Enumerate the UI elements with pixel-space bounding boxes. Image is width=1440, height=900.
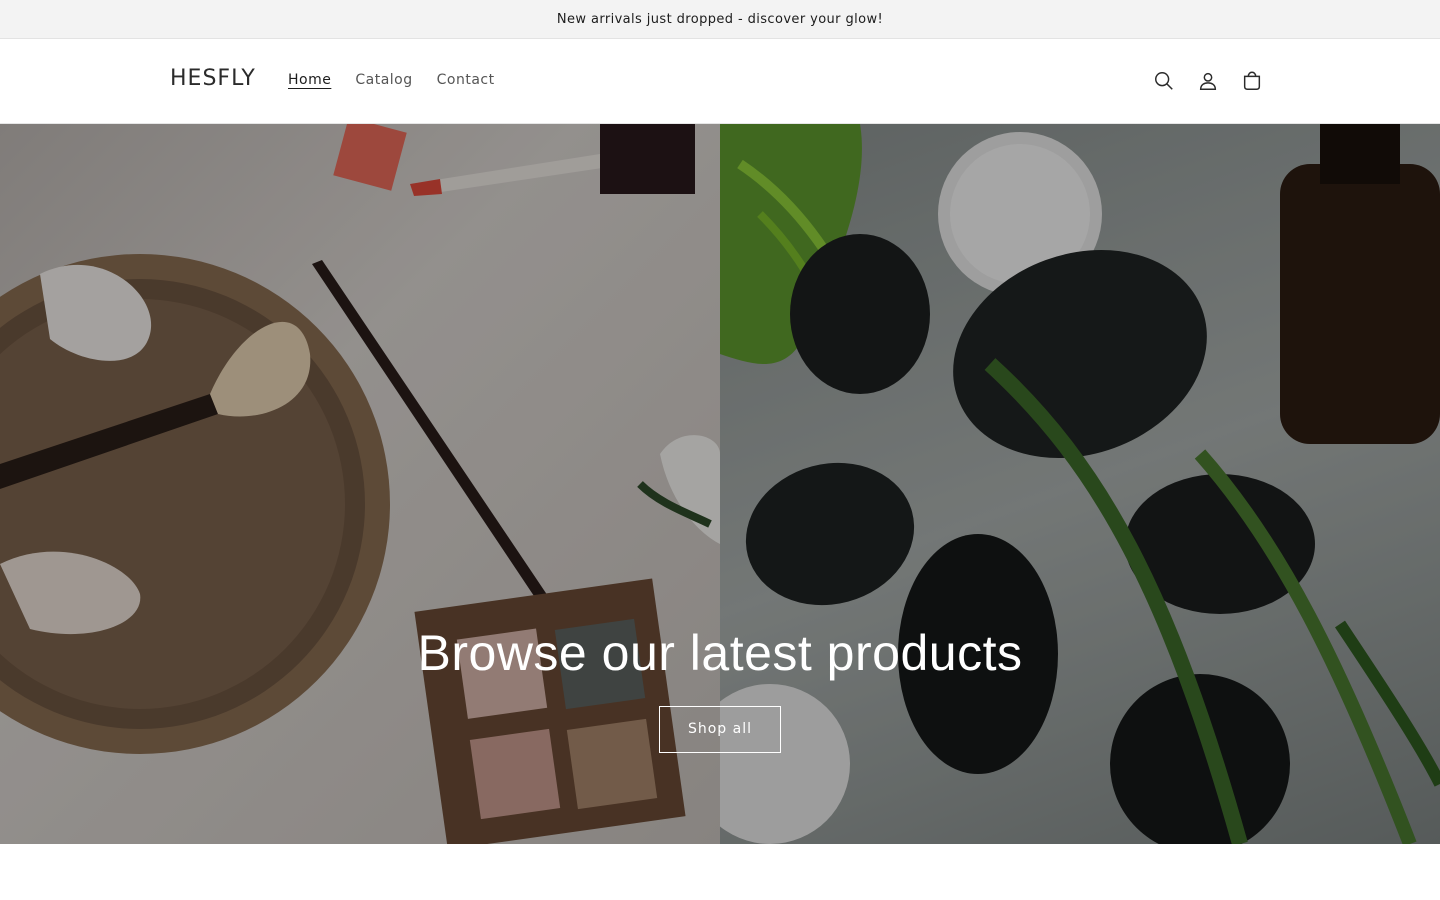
nav-catalog[interactable]: Catalog bbox=[355, 72, 412, 88]
hero-banner: Browse our latest products Shop all bbox=[0, 124, 1440, 844]
shop-all-button[interactable]: Shop all bbox=[659, 706, 781, 753]
header-icons bbox=[1150, 65, 1282, 97]
search-icon[interactable] bbox=[1150, 65, 1178, 97]
announcement-bar: New arrivals just dropped - discover you… bbox=[0, 0, 1440, 39]
site-header: HESFLY Home Catalog Contact bbox=[0, 39, 1440, 124]
nav-contact[interactable]: Contact bbox=[437, 72, 495, 88]
cart-icon[interactable] bbox=[1238, 65, 1266, 97]
hero-title: Browse our latest products bbox=[417, 625, 1023, 681]
main-nav: Home Catalog Contact bbox=[288, 72, 519, 88]
account-icon[interactable] bbox=[1194, 65, 1222, 97]
site-logo[interactable]: HESFLY bbox=[170, 66, 256, 91]
hero-content: Browse our latest products Shop all bbox=[0, 624, 1440, 753]
nav-home[interactable]: Home bbox=[288, 72, 331, 88]
announcement-text: New arrivals just dropped - discover you… bbox=[556, 11, 884, 27]
